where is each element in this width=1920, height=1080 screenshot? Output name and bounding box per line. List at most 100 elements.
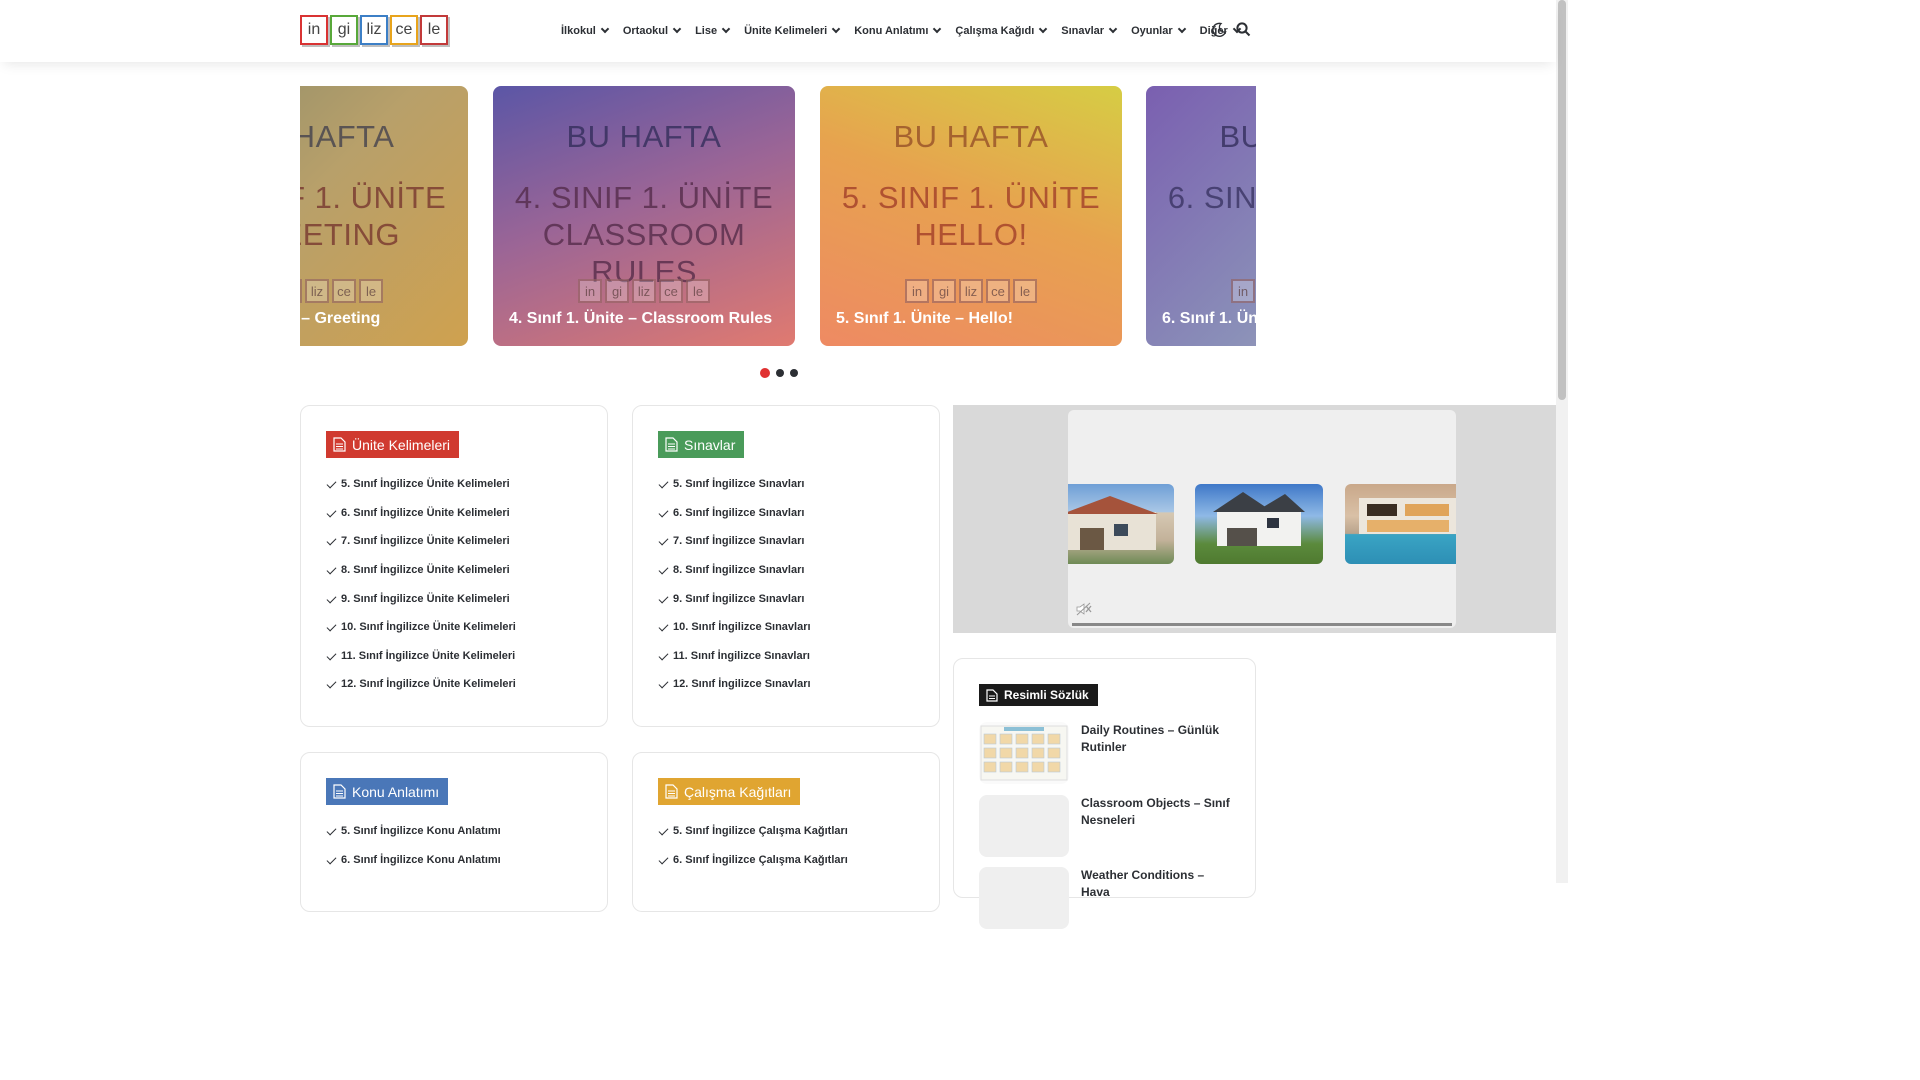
document-icon (665, 784, 678, 799)
nav-item-ilkokul[interactable]: İlkokul (561, 24, 610, 37)
ad-image[interactable] (1068, 484, 1174, 564)
list-item-label: 6. Sınıf İngilizce Sınavları (673, 506, 805, 519)
slide-heading: BU HAFTA (893, 119, 1049, 154)
check-icon (658, 479, 668, 489)
box-title[interactable]: Çalışma Kağıtları (658, 778, 801, 805)
logo-tile: ce (390, 15, 418, 45)
slider-dot[interactable] (776, 369, 784, 377)
check-icon (658, 679, 668, 689)
logo-tile: in (300, 15, 328, 45)
box-title[interactable]: Ünite Kelimeleri (326, 431, 460, 458)
box-title[interactable]: Sınavlar (658, 431, 745, 458)
widget-post[interactable]: Daily Routines – Günlük Rutinler (979, 722, 1231, 784)
slide[interactable]: BU HAFTA 5. SINIF 1. ÜNİTE HELLO! in gi li… (820, 86, 1122, 346)
chevron-down-icon (831, 24, 841, 34)
list-item[interactable]: 9. Sınıf İngilizce Sınavları (658, 584, 811, 613)
list-item[interactable]: 6. Sınıf İngilizce Sınavları (658, 499, 811, 528)
ad-video-player[interactable] (1068, 410, 1456, 628)
list-item[interactable]: 6. Sınıf İngilizce Çalışma Kağıtları (658, 846, 848, 875)
ad-image[interactable] (1345, 484, 1456, 564)
mute-icon[interactable] (1076, 602, 1092, 616)
check-icon (658, 622, 668, 632)
chevron-down-icon (933, 24, 942, 34)
search-icon[interactable] (1236, 22, 1251, 37)
list-item[interactable]: 10. Sınıf İngilizce Sınavları (658, 613, 811, 642)
box-konu-anlatimi: Konu Anlatımı 5. Sınıf İngilizce Konu An… (300, 752, 608, 912)
chevron-down-icon (721, 24, 731, 34)
slide-title[interactable]: 5. Sınıf 1. Ünite – Hello! (836, 310, 1013, 328)
nav-item-unite-kelimeleri[interactable]: Ünite Kelimeleri (744, 24, 841, 37)
nav-item-label: İlkokul (561, 25, 596, 37)
list-item[interactable]: 7. Sınıf İngilizce Ünite Kelimeleri (326, 527, 516, 556)
list-item[interactable]: 6. Sınıf İngilizce Ünite Kelimeleri (326, 499, 516, 528)
nav-item-calisma-kagidi[interactable]: Çalışma Kağıdı (955, 24, 1048, 37)
nav-item-oyunlar[interactable]: Oyunlar (1131, 24, 1186, 37)
ad-progress-bar (1072, 623, 1452, 626)
scrollbar-thumb[interactable] (1558, 0, 1566, 400)
nav-item-lise[interactable]: Lise (695, 24, 731, 37)
list-item[interactable]: 10. Sınıf İngilizce Ünite Kelimeleri (326, 613, 516, 642)
check-icon (326, 679, 336, 689)
nav-item-label: Konu Anlatımı (854, 25, 929, 37)
check-icon (658, 651, 668, 661)
post-thumbnail[interactable] (979, 867, 1069, 929)
list-item[interactable]: 12. Sınıf İngilizce Ünite Kelimeleri (326, 670, 516, 699)
ad-image[interactable] (1195, 484, 1323, 564)
page-scrollbar[interactable] (1556, 0, 1568, 883)
check-icon (658, 826, 668, 836)
list-item[interactable]: 8. Sınıf İngilizce Ünite Kelimeleri (326, 556, 516, 585)
check-icon (658, 508, 668, 518)
box-sinavlar: Sınavlar 5. Sınıf İngilizce Sınavları 6.… (632, 405, 940, 727)
nav-item-konu-anlatimi[interactable]: Konu Anlatımı (854, 24, 942, 37)
slide[interactable]: BU HAFTA 4. SINIF 1. ÜNİTE CLASSROOM RUL… (493, 86, 795, 346)
check-icon (658, 855, 668, 865)
list-item[interactable]: 11. Sınıf İngilizce Sınavları (658, 642, 811, 671)
chevron-down-icon (1108, 24, 1118, 34)
post-title[interactable]: Daily Routines – Günlük Rutinler (1081, 722, 1231, 784)
slide-title[interactable]: 4. Sınıf 1. Ünite – Classroom Rules (509, 310, 772, 328)
widget-post[interactable]: Weather Conditions – Hava (979, 867, 1231, 929)
widget-post[interactable]: Classroom Objects – Sınıf Nesneleri (979, 795, 1231, 857)
list-item-label: 6. Sınıf İngilizce Ünite Kelimeleri (341, 506, 510, 519)
list-item[interactable]: 11. Sınıf İngilizce Ünite Kelimeleri (326, 642, 516, 671)
list-item[interactable]: 5. Sınıf İngilizce Ünite Kelimeleri (326, 470, 516, 499)
dark-mode-icon[interactable] (1211, 22, 1227, 38)
list-item[interactable]: 8. Sınıf İngilizce Sınavları (658, 556, 811, 585)
list-item[interactable]: 5. Sınıf İngilizce Konu Anlatımı (326, 817, 501, 846)
check-icon (326, 536, 336, 546)
slide-logo: ingilizcele (493, 279, 795, 303)
list-item[interactable]: 7. Sınıf İngilizce Sınavları (658, 527, 811, 556)
site-logo[interactable]: in gi liz ce le (300, 15, 448, 45)
slide-title[interactable]: 3. Sınıf 1. Ünite – Greeting (300, 310, 380, 328)
post-title[interactable]: Classroom Objects – Sınıf Nesneleri (1081, 795, 1231, 857)
slide-title[interactable]: 6. Sınıf 1. Ünite (1162, 310, 1256, 328)
slide[interactable]: BU HAFTA 6. SINIF 1. ÜNİTE ingilizcele 6… (1146, 86, 1256, 346)
list-item-label: 5. Sınıf İngilizce Sınavları (673, 478, 805, 491)
list-item[interactable]: 6. Sınıf İngilizce Konu Anlatımı (326, 846, 501, 875)
list-item[interactable]: 12. Sınıf İngilizce Sınavları (658, 670, 811, 699)
nav-item-sinavlar[interactable]: Sınavlar (1061, 24, 1118, 37)
list-item[interactable]: 9. Sınıf İngilizce Ünite Kelimeleri (326, 584, 516, 613)
widget-resimli-sozluk: Resimli Sözlük Daily Routines – Günlük R… (953, 658, 1256, 929)
main-nav: İlkokul Ortaokul Lise Ünite Kelimeleri K… (561, 0, 1242, 62)
chevron-down-icon (1039, 24, 1048, 34)
box-title[interactable]: Konu Anlatımı (326, 778, 449, 805)
list-item-label: 6. Sınıf İngilizce Çalışma Kağıtları (673, 853, 848, 866)
list-item-label: 10. Sınıf İngilizce Sınavları (673, 621, 811, 634)
slide-logo: ingilizcele (1146, 279, 1256, 303)
slide[interactable]: BU HAFTA 3. SINIF 1. ÜNİTE GREETING ingi… (300, 86, 468, 346)
list-item-label: 10. Sınıf İngilizce Ünite Kelimeleri (341, 621, 516, 634)
chevron-down-icon (672, 24, 682, 34)
post-thumbnail[interactable] (979, 722, 1069, 784)
list-item-label: 7. Sınıf İngilizce Ünite Kelimeleri (341, 535, 510, 548)
slide-line: 5. SINIF 1. ÜNİTE (841, 180, 1101, 215)
slider-dot[interactable] (760, 368, 770, 378)
list-item-label: 6. Sınıf İngilizce Konu Anlatımı (341, 853, 501, 866)
list-item-label: 11. Sınıf İngilizce Ünite Kelimeleri (341, 649, 516, 662)
slider-dot[interactable] (790, 369, 798, 377)
list-item[interactable]: 5. Sınıf İngilizce Sınavları (658, 470, 811, 499)
nav-item-ortaokul[interactable]: Ortaokul (623, 24, 682, 37)
post-thumbnail[interactable] (979, 795, 1069, 857)
post-title[interactable]: Weather Conditions – Hava (1081, 867, 1231, 929)
list-item[interactable]: 5. Sınıf İngilizce Çalışma Kağıtları (658, 817, 848, 846)
